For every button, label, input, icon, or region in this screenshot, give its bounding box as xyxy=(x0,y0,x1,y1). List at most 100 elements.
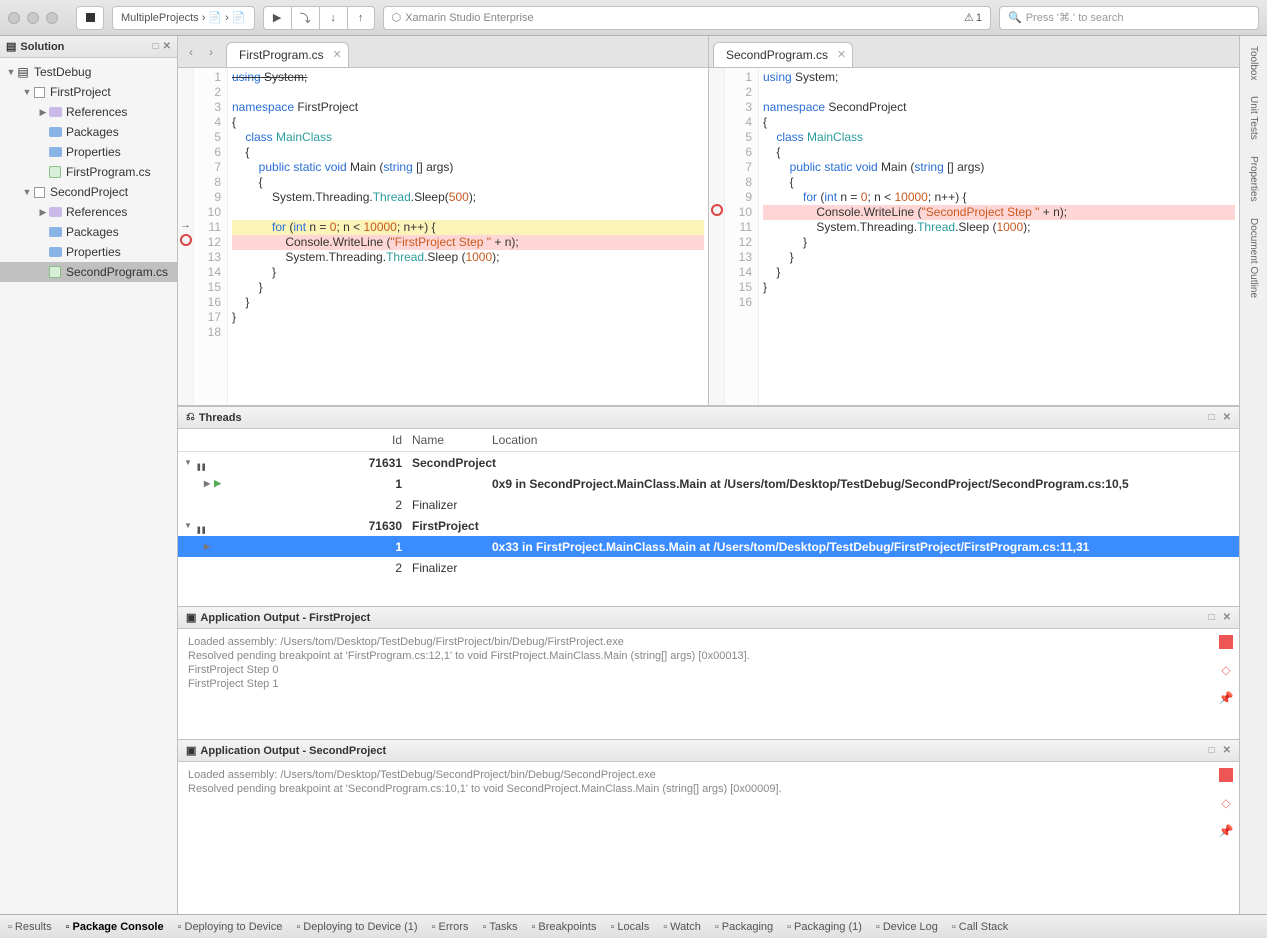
statusbar-item[interactable]: ▫Locals xyxy=(610,921,649,933)
col-id: Id xyxy=(368,433,412,447)
editor-left: ‹ › FirstProgram.cs ✕ → 1234567891011121… xyxy=(178,36,709,405)
breakpoint-icon[interactable] xyxy=(180,234,192,246)
step-over-button[interactable]: ⤵ xyxy=(291,6,319,30)
search-icon: 🔍 xyxy=(1008,11,1022,24)
tree-item[interactable]: Packages xyxy=(0,222,177,242)
tab-firstprogram[interactable]: FirstProgram.cs ✕ xyxy=(226,42,349,67)
solution-sidebar: ▤ Solution □ ✕ ▼▤TestDebug▼FirstProject▶… xyxy=(0,36,178,914)
tree-item[interactable]: Properties xyxy=(0,142,177,162)
clear-output-icon[interactable]: ◇ xyxy=(1219,663,1233,677)
rail-tab[interactable]: Unit Tests xyxy=(1246,92,1261,144)
statusbar-item[interactable]: ▫Call Stack xyxy=(952,921,1008,933)
statusbar-item[interactable]: ▫Package Console xyxy=(66,921,164,933)
threads-title: Threads xyxy=(199,412,242,424)
stop-button[interactable] xyxy=(76,6,104,30)
panel-dock-icon[interactable]: □ xyxy=(1209,612,1215,623)
tree-item[interactable]: ▼▤TestDebug xyxy=(0,62,177,82)
code-editor-right[interactable]: 12345678910111213141516 using System;nam… xyxy=(709,68,1239,405)
zoom-window[interactable] xyxy=(46,12,58,24)
tree-item[interactable]: ▼SecondProject xyxy=(0,182,177,202)
rail-tab[interactable]: Properties xyxy=(1246,152,1261,206)
tree-item[interactable]: Packages xyxy=(0,122,177,142)
output-title: Application Output - FirstProject xyxy=(200,612,370,624)
solution-title: Solution xyxy=(20,41,64,53)
panel-close-icon[interactable]: ✕ xyxy=(1223,412,1231,423)
tab-secondprogram[interactable]: SecondProgram.cs ✕ xyxy=(713,42,853,67)
output-title: Application Output - SecondProject xyxy=(200,745,386,757)
close-window[interactable] xyxy=(8,12,20,24)
close-icon[interactable]: ✕ xyxy=(837,48,846,61)
thread-row[interactable]: 2Finalizer xyxy=(178,557,1239,578)
pin-output-icon[interactable]: 📌 xyxy=(1219,691,1233,705)
thread-row[interactable]: ▼71631SecondProject xyxy=(178,452,1239,473)
rail-tab[interactable]: Document Outline xyxy=(1246,214,1261,302)
status-field: ⬡ Xamarin Studio Enterprise ⚠1 xyxy=(383,6,991,30)
search-placeholder: Press '⌘.' to search xyxy=(1026,11,1124,24)
titlebar: MultipleProjects › 📄 › 📄 ▶ ⤵ ↓ ↑ ⬡ Xamar… xyxy=(0,0,1267,36)
panel-dock-icon[interactable]: □ xyxy=(1209,745,1215,756)
thread-row[interactable]: 2Finalizer xyxy=(178,494,1239,515)
output-text[interactable]: Loaded assembly: /Users/tom/Desktop/Test… xyxy=(178,762,1239,872)
threads-icon: ⎌ xyxy=(186,411,195,424)
stop-output-icon[interactable] xyxy=(1219,768,1233,782)
editor-right: SecondProgram.cs ✕ 123456789101112131415… xyxy=(709,36,1239,405)
statusbar-item[interactable]: ▫Errors xyxy=(432,921,469,933)
step-out-button[interactable]: ↑ xyxy=(347,6,375,30)
statusbar-item[interactable]: ▫Packaging (1) xyxy=(787,921,862,933)
tree-item[interactable]: Properties xyxy=(0,242,177,262)
panel-dock-icon[interactable]: □ xyxy=(153,41,159,52)
tree-item[interactable]: FirstProgram.cs xyxy=(0,162,177,182)
stop-output-icon[interactable] xyxy=(1219,635,1233,649)
code-editor-left[interactable]: → 123456789101112131415161718 using Syst… xyxy=(178,68,708,405)
rail-tab[interactable]: Toolbox xyxy=(1246,42,1261,84)
output-content: Loaded assembly: /Users/tom/Desktop/Test… xyxy=(188,635,1229,691)
statusbar-item[interactable]: ▫Tasks xyxy=(482,921,517,933)
statusbar-item[interactable]: ▫Device Log xyxy=(876,921,938,933)
output-panel-second: ▣ Application Output - SecondProject □ ✕… xyxy=(178,739,1239,872)
tree-item[interactable]: ▶References xyxy=(0,202,177,222)
thread-row[interactable]: ▶▶10x9 in SecondProject.MainClass.Main a… xyxy=(178,473,1239,494)
solution-icon: ▤ xyxy=(6,40,16,53)
thread-row[interactable]: ▶10x33 in FirstProject.MainClass.Main at… xyxy=(178,536,1239,557)
right-rail: Toolbox Unit Tests Properties Document Outl… xyxy=(1239,36,1267,914)
nav-forward[interactable]: › xyxy=(202,43,220,61)
statusbar-item[interactable]: ▫Watch xyxy=(663,921,701,933)
statusbar-item[interactable]: ▫Results xyxy=(8,921,52,933)
panel-close-icon[interactable]: ✕ xyxy=(1223,612,1231,623)
editor-tabbar-right: SecondProgram.cs ✕ xyxy=(709,36,1239,68)
tree-item[interactable]: ▶References xyxy=(0,102,177,122)
search-input[interactable]: 🔍 Press '⌘.' to search xyxy=(999,6,1259,30)
clear-output-icon[interactable]: ◇ xyxy=(1219,796,1233,810)
statusbar-item[interactable]: ▫Deploying to Device (1) xyxy=(296,921,417,933)
terminal-icon: ▣ xyxy=(186,744,196,757)
editor-tabbar-left: ‹ › FirstProgram.cs ✕ xyxy=(178,36,708,68)
output-text[interactable]: Loaded assembly: /Users/tom/Desktop/Test… xyxy=(178,629,1239,739)
tab-label: SecondProgram.cs xyxy=(726,48,828,62)
tree-item[interactable]: ▼FirstProject xyxy=(0,82,177,102)
panel-close-icon[interactable]: ✕ xyxy=(163,41,171,52)
solution-header: ▤ Solution □ ✕ xyxy=(0,36,177,58)
thread-row[interactable]: ▼71630FirstProject xyxy=(178,515,1239,536)
step-into-button[interactable]: ↓ xyxy=(319,6,347,30)
statusbar-item[interactable]: ▫Packaging xyxy=(715,921,773,933)
project-breadcrumb[interactable]: MultipleProjects › 📄 › 📄 xyxy=(112,6,255,30)
threads-table[interactable]: Id Name Location ▼71631SecondProject▶▶10… xyxy=(178,429,1239,578)
threads-panel: ⎌ Threads □ ✕ Id Name Location ▼71631Sec… xyxy=(178,406,1239,606)
col-name: Name xyxy=(412,433,492,447)
run-button[interactable]: ▶ xyxy=(263,6,291,30)
tree-item[interactable]: SecondProgram.cs xyxy=(0,262,177,282)
pin-output-icon[interactable]: 📌 xyxy=(1219,824,1233,838)
statusbar-item[interactable]: ▫Deploying to Device xyxy=(178,921,283,933)
output-content: Loaded assembly: /Users/tom/Desktop/Test… xyxy=(188,768,1229,796)
panel-close-icon[interactable]: ✕ xyxy=(1223,745,1231,756)
nav-back[interactable]: ‹ xyxy=(182,43,200,61)
minimize-window[interactable] xyxy=(27,12,39,24)
panel-dock-icon[interactable]: □ xyxy=(1209,412,1215,423)
statusbar-item[interactable]: ▫Breakpoints xyxy=(531,921,596,933)
solution-tree[interactable]: ▼▤TestDebug▼FirstProject▶ReferencesPacka… xyxy=(0,58,177,286)
breakpoint-icon[interactable] xyxy=(711,204,723,216)
warning-badge[interactable]: ⚠1 xyxy=(964,11,982,24)
close-icon[interactable]: ✕ xyxy=(332,48,341,61)
status-text: Xamarin Studio Enterprise xyxy=(405,12,533,24)
status-bar: ▫Results ▫Package Console ▫Deploying to De… xyxy=(0,914,1267,938)
